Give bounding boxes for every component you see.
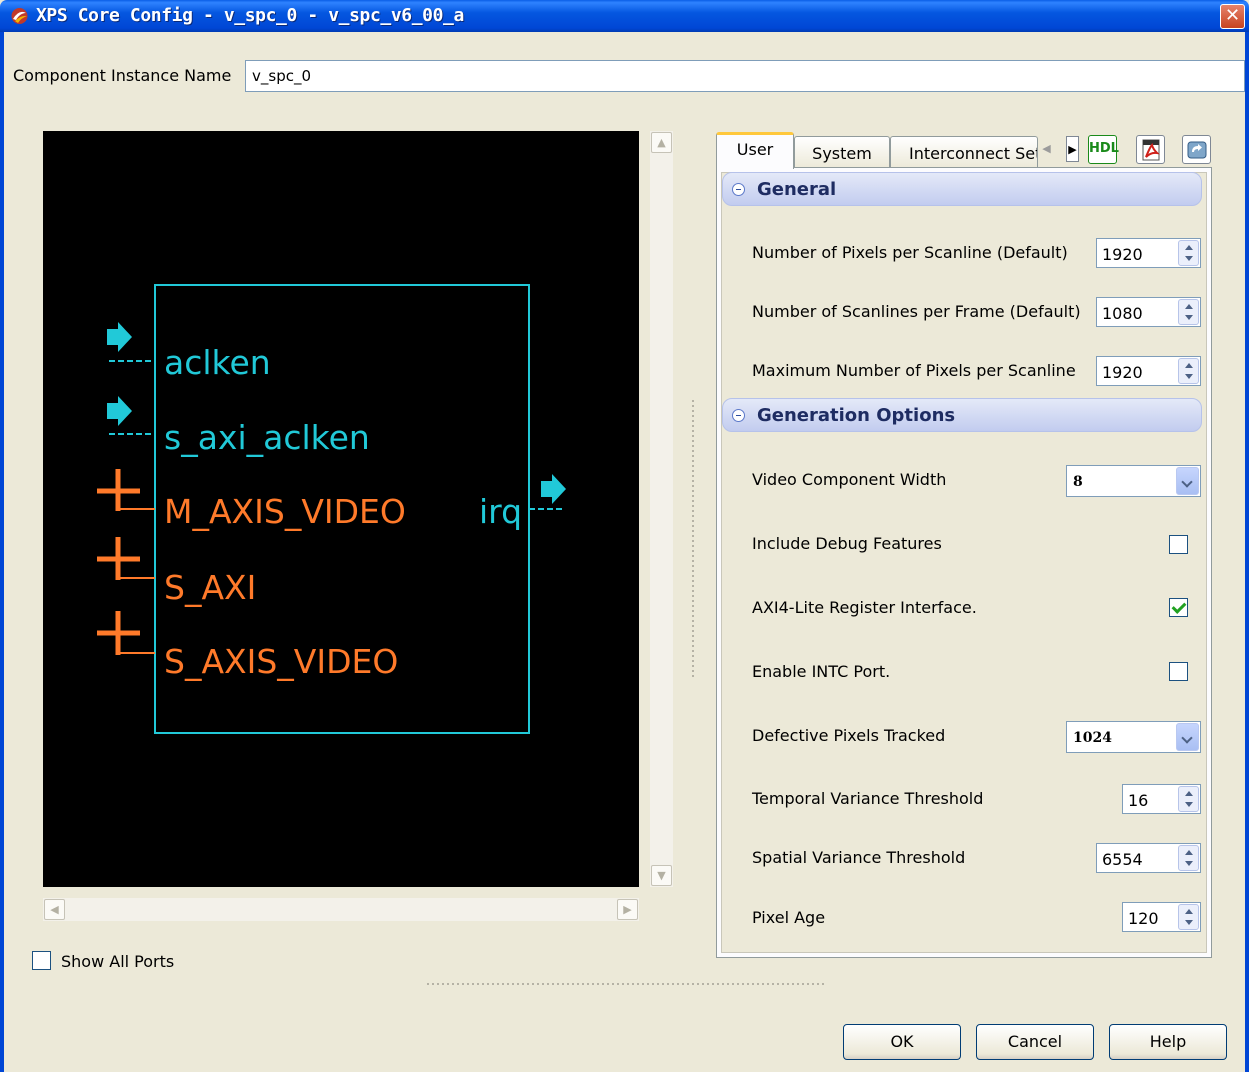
window-frame-left — [0, 32, 4, 1072]
param-label: Enable INTC Port. — [752, 662, 891, 681]
tab-system[interactable]: System — [794, 136, 890, 168]
show-all-ports-label: Show All Ports — [61, 952, 175, 971]
select-value: 1024 — [1073, 730, 1112, 746]
port-label: S_AXI — [164, 568, 256, 607]
parameters-panel — [716, 167, 1212, 958]
spinner-arrows-icon[interactable] — [1178, 904, 1199, 930]
port-label: S_AXIS_VIDEO — [164, 642, 398, 681]
spinner-arrows-icon[interactable] — [1178, 240, 1199, 266]
pixels-per-scanline-spinner[interactable]: 1920 — [1096, 238, 1201, 268]
spinner-arrows-icon[interactable] — [1178, 845, 1199, 871]
port-s-axi[interactable]: S_AXI — [97, 537, 256, 607]
spinner-value: 1920 — [1102, 363, 1143, 382]
port-s-axi-aclken[interactable]: s_axi_aclken — [107, 396, 370, 457]
spinner-value: 1920 — [1102, 245, 1143, 264]
spinner-value: 16 — [1128, 791, 1149, 810]
tab-user[interactable]: User — [716, 132, 794, 169]
refresh-button[interactable] — [1182, 135, 1211, 164]
instance-name-label: Component Instance Name — [13, 66, 232, 85]
spinner-arrows-icon[interactable] — [1178, 358, 1199, 384]
parameters-scroll-area — [721, 172, 1207, 953]
axi4-lite-checkbox[interactable] — [1169, 598, 1188, 617]
param-label: AXI4-Lite Register Interface. — [752, 598, 977, 617]
pdf-icon — [1142, 139, 1160, 161]
help-button[interactable]: Help — [1109, 1024, 1227, 1060]
bus-plus-icon — [97, 469, 155, 511]
collapse-icon[interactable] — [732, 183, 745, 196]
arrow-right-icon — [107, 322, 132, 352]
video-component-width-select[interactable]: 8 — [1066, 465, 1201, 497]
spinner-value: 120 — [1128, 909, 1159, 928]
defective-pixels-select[interactable]: 1024 — [1066, 721, 1201, 753]
window-frame-right — [1245, 32, 1249, 1072]
cancel-button[interactable]: Cancel — [976, 1024, 1094, 1060]
chevron-down-icon[interactable] — [1176, 723, 1199, 751]
port-label: irq — [479, 492, 522, 531]
param-label: Spatial Variance Threshold — [752, 848, 966, 867]
port-m-axis-video[interactable]: M_AXIS_VIDEO — [97, 469, 406, 531]
spatial-variance-spinner[interactable]: 6554 — [1096, 843, 1201, 873]
scanlines-per-frame-spinner[interactable]: 1080 — [1096, 297, 1201, 327]
section-general-header[interactable]: General — [722, 172, 1202, 206]
select-value: 8 — [1073, 474, 1083, 490]
tab-interconnect-settings[interactable]: Interconnect Set — [890, 136, 1038, 168]
block-diagram-canvas[interactable]: aclken s_axi_aclken M_AXIS_VIDEO S_AXI S… — [43, 131, 639, 887]
ok-button[interactable]: OK — [843, 1024, 961, 1060]
scroll-right-button[interactable]: ▶ — [617, 899, 638, 920]
spinner-arrows-icon[interactable] — [1178, 299, 1199, 325]
port-s-axis-video[interactable]: S_AXIS_VIDEO — [97, 611, 398, 681]
close-button[interactable]: ✕ — [1220, 4, 1245, 29]
spinner-value: 1080 — [1102, 304, 1143, 323]
chevron-down-icon[interactable] — [1176, 467, 1199, 495]
scroll-down-button[interactable]: ▼ — [651, 865, 672, 886]
diagram-vertical-scrollbar[interactable]: ▲ ▼ — [650, 131, 673, 887]
spinner-arrows-icon[interactable] — [1178, 786, 1199, 812]
port-label: aclken — [164, 343, 271, 382]
scroll-left-button[interactable]: ◀ — [44, 899, 65, 920]
window-title: XPS Core Config - v_spc_0 - v_spc_v6_00_… — [36, 5, 464, 26]
max-pixels-per-scanline-spinner[interactable]: 1920 — [1096, 356, 1201, 386]
hdl-button[interactable]: HDL — [1088, 135, 1119, 164]
param-label: Include Debug Features — [752, 534, 942, 553]
port-irq[interactable]: irq — [479, 474, 566, 531]
port-label: s_axi_aclken — [164, 418, 370, 457]
param-label: Pixel Age — [752, 908, 826, 927]
section-title: Generation Options — [757, 405, 956, 426]
bus-plus-icon — [97, 611, 155, 655]
temporal-variance-spinner[interactable]: 16 — [1122, 784, 1201, 814]
param-label: Number of Pixels per Scanline (Default) — [752, 243, 1068, 262]
bus-plus-icon — [97, 537, 155, 580]
param-label: Temporal Variance Threshold — [752, 789, 984, 808]
pdf-button[interactable] — [1136, 135, 1165, 164]
splitter-grip-vertical[interactable] — [692, 400, 694, 680]
section-title: General — [757, 179, 837, 200]
port-aclken[interactable]: aclken — [107, 322, 271, 382]
diagram-horizontal-scrollbar[interactable]: ◀ ▶ — [43, 898, 639, 921]
param-label: Number of Scanlines per Frame (Default) — [752, 302, 1081, 321]
enable-intc-checkbox[interactable] — [1169, 662, 1188, 681]
refresh-icon — [1187, 141, 1206, 159]
param-label: Video Component Width — [752, 470, 947, 489]
collapse-icon[interactable] — [732, 409, 745, 422]
instance-name-input[interactable]: v_spc_0 — [245, 60, 1245, 92]
section-generation-options-header[interactable]: Generation Options — [722, 398, 1202, 432]
arrow-right-icon — [107, 396, 132, 426]
app-logo-icon — [11, 8, 28, 24]
arrow-right-icon — [541, 474, 566, 504]
title-bar: XPS Core Config - v_spc_0 - v_spc_v6_00_… — [0, 0, 1249, 32]
show-all-ports-checkbox[interactable] — [32, 951, 51, 970]
param-label: Defective Pixels Tracked — [752, 726, 946, 745]
tab-scroll-right-icon[interactable]: ▶ — [1066, 136, 1079, 162]
spinner-value: 6554 — [1102, 850, 1143, 869]
block-diagram: aclken s_axi_aclken M_AXIS_VIDEO S_AXI S… — [97, 284, 566, 734]
include-debug-checkbox[interactable] — [1169, 535, 1188, 554]
tab-scroll-left-icon[interactable]: ◀ — [1040, 136, 1053, 162]
scroll-up-button[interactable]: ▲ — [651, 132, 672, 153]
param-label: Maximum Number of Pixels per Scanline — [752, 361, 1076, 380]
pixel-age-spinner[interactable]: 120 — [1122, 902, 1201, 932]
port-label: M_AXIS_VIDEO — [164, 492, 406, 531]
splitter-grip-horizontal[interactable] — [427, 983, 827, 985]
